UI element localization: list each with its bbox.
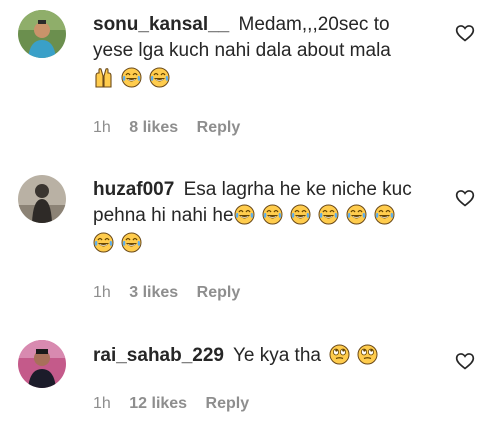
avatar[interactable] [18, 10, 66, 58]
comment-time: 1h [93, 284, 111, 301]
rolling-laughing-emoji [290, 204, 311, 225]
reply-button[interactable]: Reply [197, 119, 241, 136]
avatar[interactable] [18, 175, 66, 223]
rolling-laughing-emoji [374, 204, 395, 225]
comment-likes[interactable]: 12 likes [129, 395, 187, 412]
rolling-laughing-emoji [93, 232, 114, 253]
heart-icon[interactable] [455, 23, 475, 43]
reply-button[interactable]: Reply [206, 395, 250, 412]
comment-text: Medam,,,20sec to [238, 14, 390, 35]
comment-text: pehna hi nahi he [93, 205, 234, 226]
comment-meta: 1h 8 likes Reply [93, 119, 254, 137]
comment-item: rai_sahab_229 Ye kya tha 1h 12 likes Rep… [0, 330, 494, 427]
comment-body: rai_sahab_229 Ye kya tha [93, 343, 443, 369]
reply-button[interactable]: Reply [197, 284, 241, 301]
comment-text: yese lga kuch nahi dala about mala [93, 40, 391, 61]
comment-username[interactable]: rai_sahab_229 [93, 345, 224, 366]
tears-of-joy-emoji [121, 67, 142, 88]
comment-item: huzaf007 Esa lagrha he ke niche kuc pehn… [0, 160, 494, 310]
comment-text: Ye kya tha [232, 345, 321, 366]
rolling-laughing-emoji [262, 204, 283, 225]
rolling-eyes-emoji [329, 344, 350, 365]
comment-item: sonu_kansal__ Medam,,,20sec to yese lga … [0, 0, 494, 140]
raising-hands-emoji [93, 67, 114, 88]
comment-body: huzaf007 Esa lagrha he ke niche kuc pehn… [93, 177, 443, 257]
rolling-laughing-emoji [234, 204, 255, 225]
heart-icon[interactable] [455, 188, 475, 208]
comment-time: 1h [93, 119, 111, 136]
comment-text: Esa lagrha he ke niche kuc [183, 179, 412, 200]
rolling-laughing-emoji [318, 204, 339, 225]
heart-icon[interactable] [455, 351, 475, 371]
comment-username[interactable]: sonu_kansal__ [93, 14, 229, 35]
comment-time: 1h [93, 395, 111, 412]
rolling-laughing-emoji [346, 204, 367, 225]
comment-meta: 1h 12 likes Reply [93, 395, 263, 413]
comment-likes[interactable]: 8 likes [129, 119, 178, 136]
rolling-eyes-emoji [357, 344, 378, 365]
comment-body: sonu_kansal__ Medam,,,20sec to yese lga … [93, 12, 443, 92]
comment-username[interactable]: huzaf007 [93, 179, 174, 200]
comment-meta: 1h 3 likes Reply [93, 284, 254, 302]
tears-of-joy-emoji [149, 67, 170, 88]
avatar[interactable] [18, 340, 66, 388]
comment-likes[interactable]: 3 likes [129, 284, 178, 301]
rolling-laughing-emoji [121, 232, 142, 253]
